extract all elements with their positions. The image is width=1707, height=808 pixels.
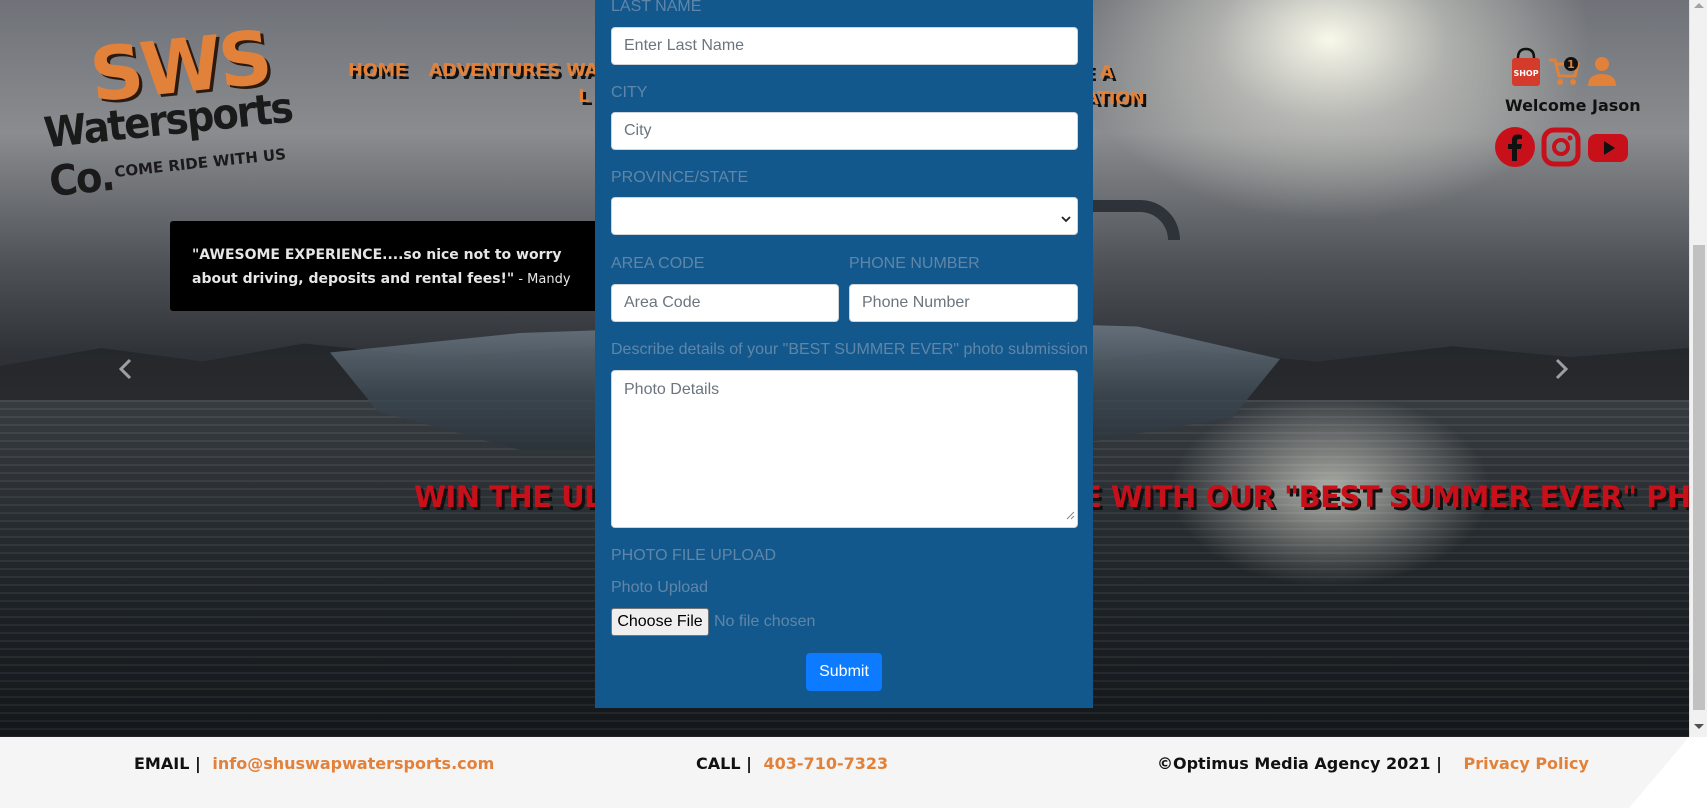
shop-bag-icon[interactable]: SHOP [1509,46,1543,92]
photo-upload-section-label: PHOTO FILE UPLOAD [611,547,777,564]
no-file-text: No file chosen [714,613,816,630]
scroll-thumb[interactable] [1693,245,1705,710]
submit-button[interactable]: Submit [806,653,882,691]
nav-item-partial-2-line2[interactable]: ATION [1085,88,1145,109]
cart-icon[interactable]: 1 [1547,54,1581,92]
facebook-icon[interactable] [1495,127,1535,171]
phone-number-label: PHONE NUMBER [849,255,980,272]
main-nav: HOME ADVENTURES [348,60,560,81]
carousel-prev-icon[interactable] [118,358,138,380]
footer-email-label: EMAIL | [134,754,201,773]
promo-marquee-left: WIN THE ULT [414,480,617,514]
choose-file-button[interactable]: Choose File [611,608,709,636]
photo-details-label: Describe details of your "BEST SUMMER EV… [611,341,1089,358]
province-label: PROVINCE/STATE [611,169,749,186]
header-user-area: SHOP 1 Welcome Jason [1495,46,1645,171]
testimonial-box: "AWESOME EXPERIENCE....so nice not to wo… [170,221,600,311]
cart-count-badge: 1 [1567,58,1575,71]
footer-phone-link[interactable]: 403-710-7323 [764,754,889,773]
testimonial-quote: "AWESOME EXPERIENCE....so nice not to wo… [192,247,562,287]
carousel-next-icon[interactable] [1553,358,1573,380]
area-code-label: AREA CODE [611,255,705,272]
scroll-down-icon[interactable] [1694,724,1704,729]
footer-call-label: CALL | [696,754,752,773]
promo-marquee-right: E WITH OUR "BEST SUMMER EVER" PHO [1082,480,1707,514]
last-name-input[interactable]: Enter Last Name [611,27,1078,65]
nav-item-partial-1[interactable]: WA [566,60,598,81]
city-input[interactable]: City [611,112,1078,150]
footer: EMAIL | info@shuswapwatersports.com CALL… [0,737,1689,808]
footer-email-link[interactable]: info@shuswapwatersports.com [212,754,494,773]
scroll-up-icon[interactable] [1694,3,1704,8]
area-code-input[interactable]: Area Code [611,284,839,322]
footer-copyright: ©Optimus Media Agency 2021 | [1157,754,1442,773]
footer-email: EMAIL | info@shuswapwatersports.com [134,754,494,773]
photo-details-textarea[interactable]: Photo Details [611,370,1078,528]
page-scrollbar[interactable] [1689,0,1707,737]
chevron-down-icon [1061,211,1071,229]
photo-details-placeholder: Photo Details [624,381,720,398]
city-label: CITY [611,84,648,101]
footer-legal: ©Optimus Media Agency 2021 | Privacy Pol… [1157,754,1589,773]
privacy-policy-link[interactable]: Privacy Policy [1464,754,1589,773]
shop-bag-label: SHOP [1513,69,1538,78]
footer-corner-decoration [1629,737,1689,808]
phone-number-input[interactable]: Phone Number [849,284,1078,322]
testimonial-author: - Mandy [514,272,571,287]
instagram-icon[interactable] [1541,127,1581,171]
photo-upload-label: Photo Upload [611,579,708,596]
footer-call: CALL | 403-710-7323 [696,754,888,773]
site-logo[interactable]: SWS Watersports Co. COME RIDE WITH US [34,15,334,206]
youtube-icon[interactable] [1587,127,1629,171]
nav-item-partial-1-line2[interactable]: L [578,86,589,107]
resize-grip-icon[interactable] [1065,507,1075,525]
nav-item-adventures[interactable]: ADVENTURES [429,60,561,81]
welcome-message: Welcome Jason [1505,96,1641,115]
user-account-icon[interactable] [1585,54,1619,92]
nav-item-home[interactable]: HOME [348,60,407,81]
province-select[interactable] [611,197,1078,235]
last-name-label: LAST NAME [611,0,702,15]
